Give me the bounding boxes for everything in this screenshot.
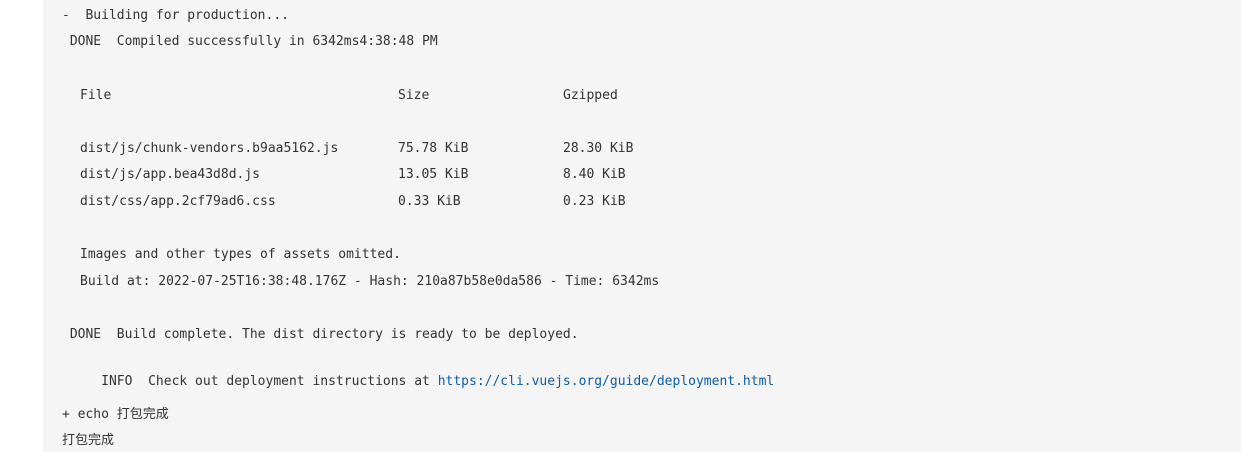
- header-size: Size: [398, 88, 430, 103]
- table-header-row: File Size Gzipped: [80, 86, 880, 106]
- table-row: dist/js/chunk-vendors.b9aa5162.js 75.78 …: [80, 139, 880, 159]
- row-file: dist/js/chunk-vendors.b9aa5162.js: [80, 141, 339, 156]
- compiled-line: DONE Compiled successfully in 6342ms4:38…: [62, 34, 438, 49]
- row-size: 13.05 KiB: [398, 167, 469, 182]
- build-info-line: Build at: 2022-07-25T16:38:48.176Z - Has…: [80, 274, 660, 289]
- header-gzipped: Gzipped: [563, 88, 618, 103]
- row-file: dist/js/app.bea43d8d.js: [80, 167, 261, 182]
- echo-output-line: 打包完成: [62, 433, 115, 448]
- echo-command-line: + echo 打包完成: [62, 407, 169, 422]
- done-build-line: DONE Build complete. The dist directory …: [62, 327, 579, 342]
- row-gzipped: 28.30 KiB: [563, 141, 634, 156]
- assets-omitted-line: Images and other types of assets omitted…: [80, 247, 401, 262]
- table-row: dist/css/app.2cf79ad6.css 0.33 KiB 0.23 …: [80, 192, 880, 212]
- building-line: - Building for production...: [62, 8, 289, 23]
- table-row: dist/js/app.bea43d8d.js 13.05 KiB 8.40 K…: [80, 165, 880, 185]
- row-gzipped: 8.40 KiB: [563, 167, 626, 182]
- info-text: INFO Check out deployment instructions a…: [93, 374, 438, 389]
- console-output: - Building for production... DONE Compil…: [43, 0, 1241, 452]
- row-file: dist/css/app.2cf79ad6.css: [80, 194, 276, 209]
- info-line: INFO Check out deployment instructions a…: [62, 352, 774, 389]
- deployment-link[interactable]: https://cli.vuejs.org/guide/deployment.h…: [438, 374, 775, 389]
- row-gzipped: 0.23 KiB: [563, 194, 626, 209]
- row-size: 75.78 KiB: [398, 141, 469, 156]
- header-file: File: [80, 88, 112, 103]
- row-size: 0.33 KiB: [398, 194, 461, 209]
